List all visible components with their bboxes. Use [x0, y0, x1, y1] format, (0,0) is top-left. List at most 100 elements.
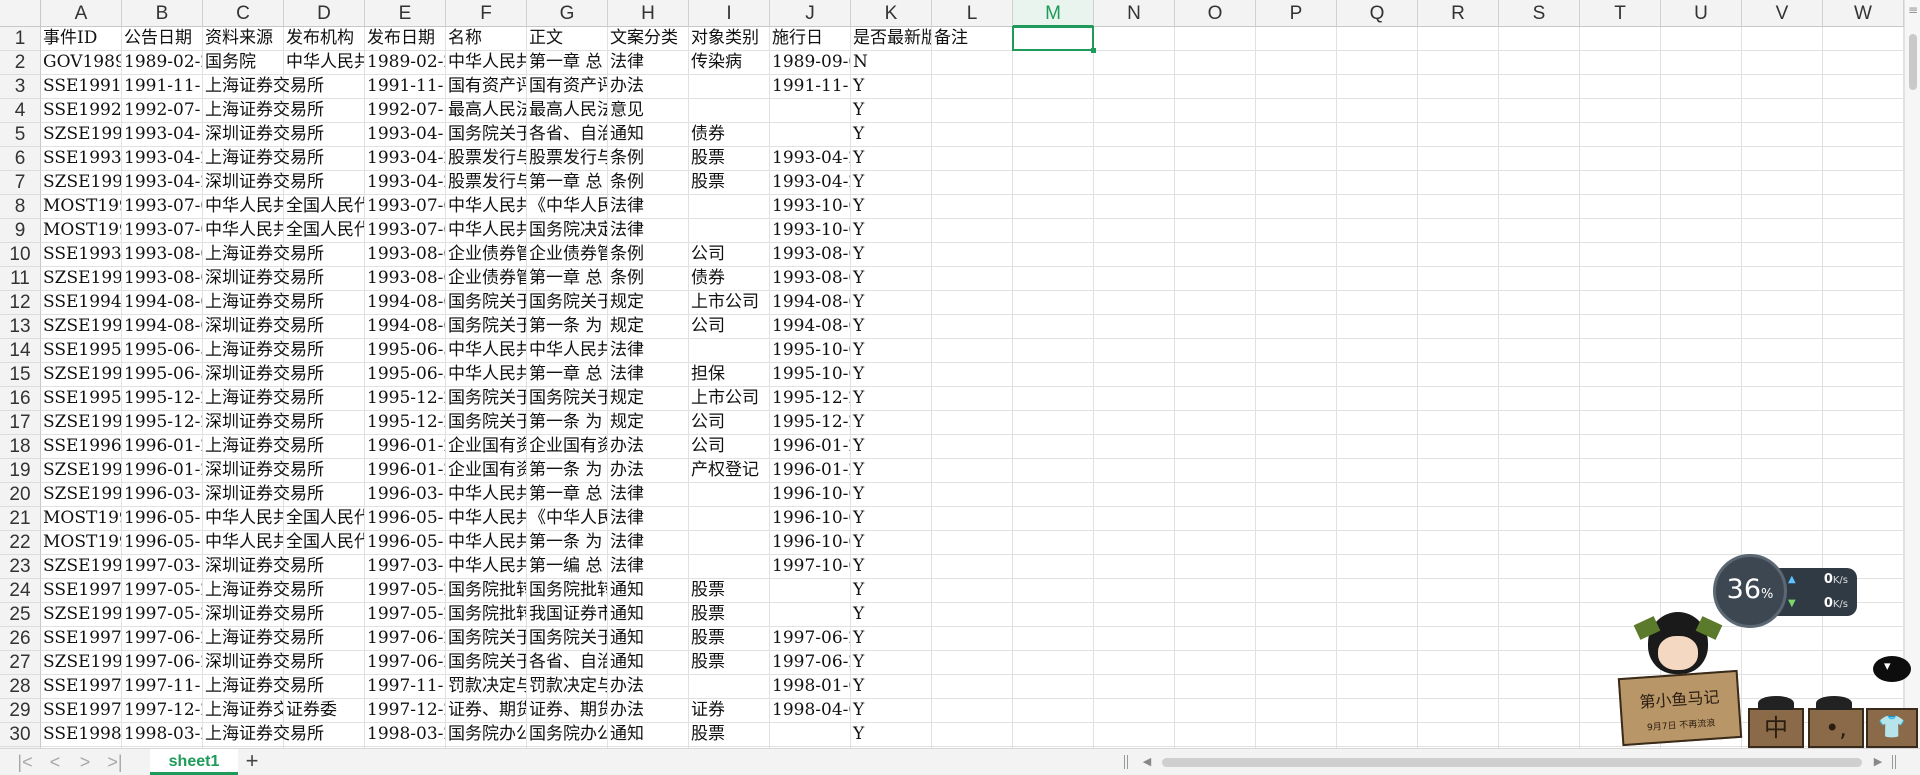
cell-h12[interactable]: 规定 — [608, 291, 689, 315]
cell-s22[interactable] — [1499, 531, 1580, 555]
cell-t20[interactable] — [1580, 483, 1661, 507]
cell-r30[interactable] — [1418, 723, 1499, 747]
cell-j14[interactable]: 1995-10-0 — [770, 339, 851, 363]
cell-h24[interactable]: 通知 — [608, 579, 689, 603]
cell-a2[interactable]: GOV19890( — [41, 51, 122, 75]
cell-l17[interactable] — [932, 411, 1013, 435]
cell-j23[interactable]: 1997-10-0 — [770, 555, 851, 579]
cell-u21[interactable] — [1661, 507, 1742, 531]
cell-p9[interactable] — [1256, 219, 1337, 243]
cell-q24[interactable] — [1337, 579, 1418, 603]
cell-b20[interactable]: 1996-03-1 — [122, 483, 203, 507]
cell-w10[interactable] — [1823, 243, 1904, 267]
cell-l20[interactable] — [932, 483, 1013, 507]
cell-k15[interactable]: Y — [851, 363, 932, 387]
add-sheet-icon[interactable]: + — [240, 750, 264, 774]
column-header-c[interactable]: C — [203, 0, 284, 27]
row-header-11[interactable]: 11 — [0, 267, 41, 291]
cell-e10[interactable]: 1993-08-0 — [365, 243, 446, 267]
cell-n14[interactable] — [1094, 339, 1175, 363]
cell-q10[interactable] — [1337, 243, 1418, 267]
row-header-12[interactable]: 12 — [0, 291, 41, 315]
row-header-8[interactable]: 8 — [0, 195, 41, 219]
cell-g15[interactable]: 第一章 总 — [527, 363, 608, 387]
cell-s4[interactable] — [1499, 99, 1580, 123]
cell-o7[interactable] — [1175, 171, 1256, 195]
cell-c7[interactable]: 深圳证券交易所 — [203, 171, 324, 195]
cell-d28[interactable] — [284, 675, 365, 699]
cell-b16[interactable]: 1995-12-2 — [122, 387, 203, 411]
cell-v19[interactable] — [1742, 459, 1823, 483]
cell-l28[interactable] — [932, 675, 1013, 699]
cell-a3[interactable]: SSE19910( — [41, 75, 122, 99]
cell-a11[interactable]: SZSE19930 — [41, 267, 122, 291]
cell-q19[interactable] — [1337, 459, 1418, 483]
cell-w1[interactable] — [1823, 27, 1904, 51]
cell-f1[interactable]: 名称 — [446, 27, 527, 51]
cell-b25[interactable]: 1997-05-2 — [122, 603, 203, 627]
cell-p7[interactable] — [1256, 171, 1337, 195]
cell-p1[interactable] — [1256, 27, 1337, 51]
cell-g28[interactable]: 罚款决定与 — [527, 675, 608, 699]
cell-f17[interactable]: 国务院关于 — [446, 411, 527, 435]
cell-v8[interactable] — [1742, 195, 1823, 219]
cell-e2[interactable]: 1989-02-2 — [365, 51, 446, 75]
row-header-19[interactable]: 19 — [0, 459, 41, 483]
cell-k28[interactable]: Y — [851, 675, 932, 699]
cell-a9[interactable]: MOST19930 — [41, 219, 122, 243]
cell-r2[interactable] — [1418, 51, 1499, 75]
cell-q30[interactable] — [1337, 723, 1418, 747]
cell-e12[interactable]: 1994-08-0 — [365, 291, 446, 315]
cell-g4[interactable]: 最高人民法 — [527, 99, 608, 123]
cell-f18[interactable]: 企业国有资 — [446, 435, 527, 459]
cell-w9[interactable] — [1823, 219, 1904, 243]
cell-g20[interactable]: 第一章 总 — [527, 483, 608, 507]
cell-w14[interactable] — [1823, 339, 1904, 363]
cell-n25[interactable] — [1094, 603, 1175, 627]
cell-v13[interactable] — [1742, 315, 1823, 339]
cell-v18[interactable] — [1742, 435, 1823, 459]
cell-j16[interactable]: 1995-12-2 — [770, 387, 851, 411]
cell-m9[interactable] — [1013, 219, 1094, 243]
cell-b9[interactable]: 1993-07-0 — [122, 219, 203, 243]
cell-h9[interactable]: 法律 — [608, 219, 689, 243]
cell-k9[interactable]: Y — [851, 219, 932, 243]
cell-f3[interactable]: 国有资产评 — [446, 75, 527, 99]
cell-l27[interactable] — [932, 651, 1013, 675]
cell-e18[interactable]: 1996-01-2 — [365, 435, 446, 459]
row-header-9[interactable]: 9 — [0, 219, 41, 243]
cell-t3[interactable] — [1580, 75, 1661, 99]
cell-k21[interactable]: Y — [851, 507, 932, 531]
cell-d9[interactable]: 全国人民代 — [284, 219, 365, 243]
cell-n23[interactable] — [1094, 555, 1175, 579]
cell-m24[interactable] — [1013, 579, 1094, 603]
cell-u22[interactable] — [1661, 531, 1742, 555]
cell-c6[interactable]: 上海证券交易所 — [203, 147, 324, 171]
cell-o10[interactable] — [1175, 243, 1256, 267]
cell-k24[interactable]: Y — [851, 579, 932, 603]
cell-c23[interactable]: 深圳证券交易所 — [203, 555, 324, 579]
cell-p30[interactable] — [1256, 723, 1337, 747]
cell-d17[interactable] — [284, 411, 365, 435]
cell-q26[interactable] — [1337, 627, 1418, 651]
cell-a25[interactable]: SZSE19970 — [41, 603, 122, 627]
cell-p25[interactable] — [1256, 603, 1337, 627]
cell-r5[interactable] — [1418, 123, 1499, 147]
cell-r16[interactable] — [1418, 387, 1499, 411]
cell-m14[interactable] — [1013, 339, 1094, 363]
cell-j10[interactable]: 1993-08-0 — [770, 243, 851, 267]
column-header-n[interactable]: N — [1094, 0, 1175, 27]
cell-p22[interactable] — [1256, 531, 1337, 555]
cell-c20[interactable]: 深圳证券交易所 — [203, 483, 324, 507]
cell-g2[interactable]: 第一章 总 — [527, 51, 608, 75]
cell-o25[interactable] — [1175, 603, 1256, 627]
cell-b6[interactable]: 1993-04-2 — [122, 147, 203, 171]
cell-e3[interactable]: 1991-11-1 — [365, 75, 446, 99]
cell-h19[interactable]: 办法 — [608, 459, 689, 483]
cell-s17[interactable] — [1499, 411, 1580, 435]
cell-i15[interactable]: 担保 — [689, 363, 770, 387]
cell-f19[interactable]: 企业国有资 — [446, 459, 527, 483]
cell-l19[interactable] — [932, 459, 1013, 483]
cell-p18[interactable] — [1256, 435, 1337, 459]
cell-u16[interactable] — [1661, 387, 1742, 411]
